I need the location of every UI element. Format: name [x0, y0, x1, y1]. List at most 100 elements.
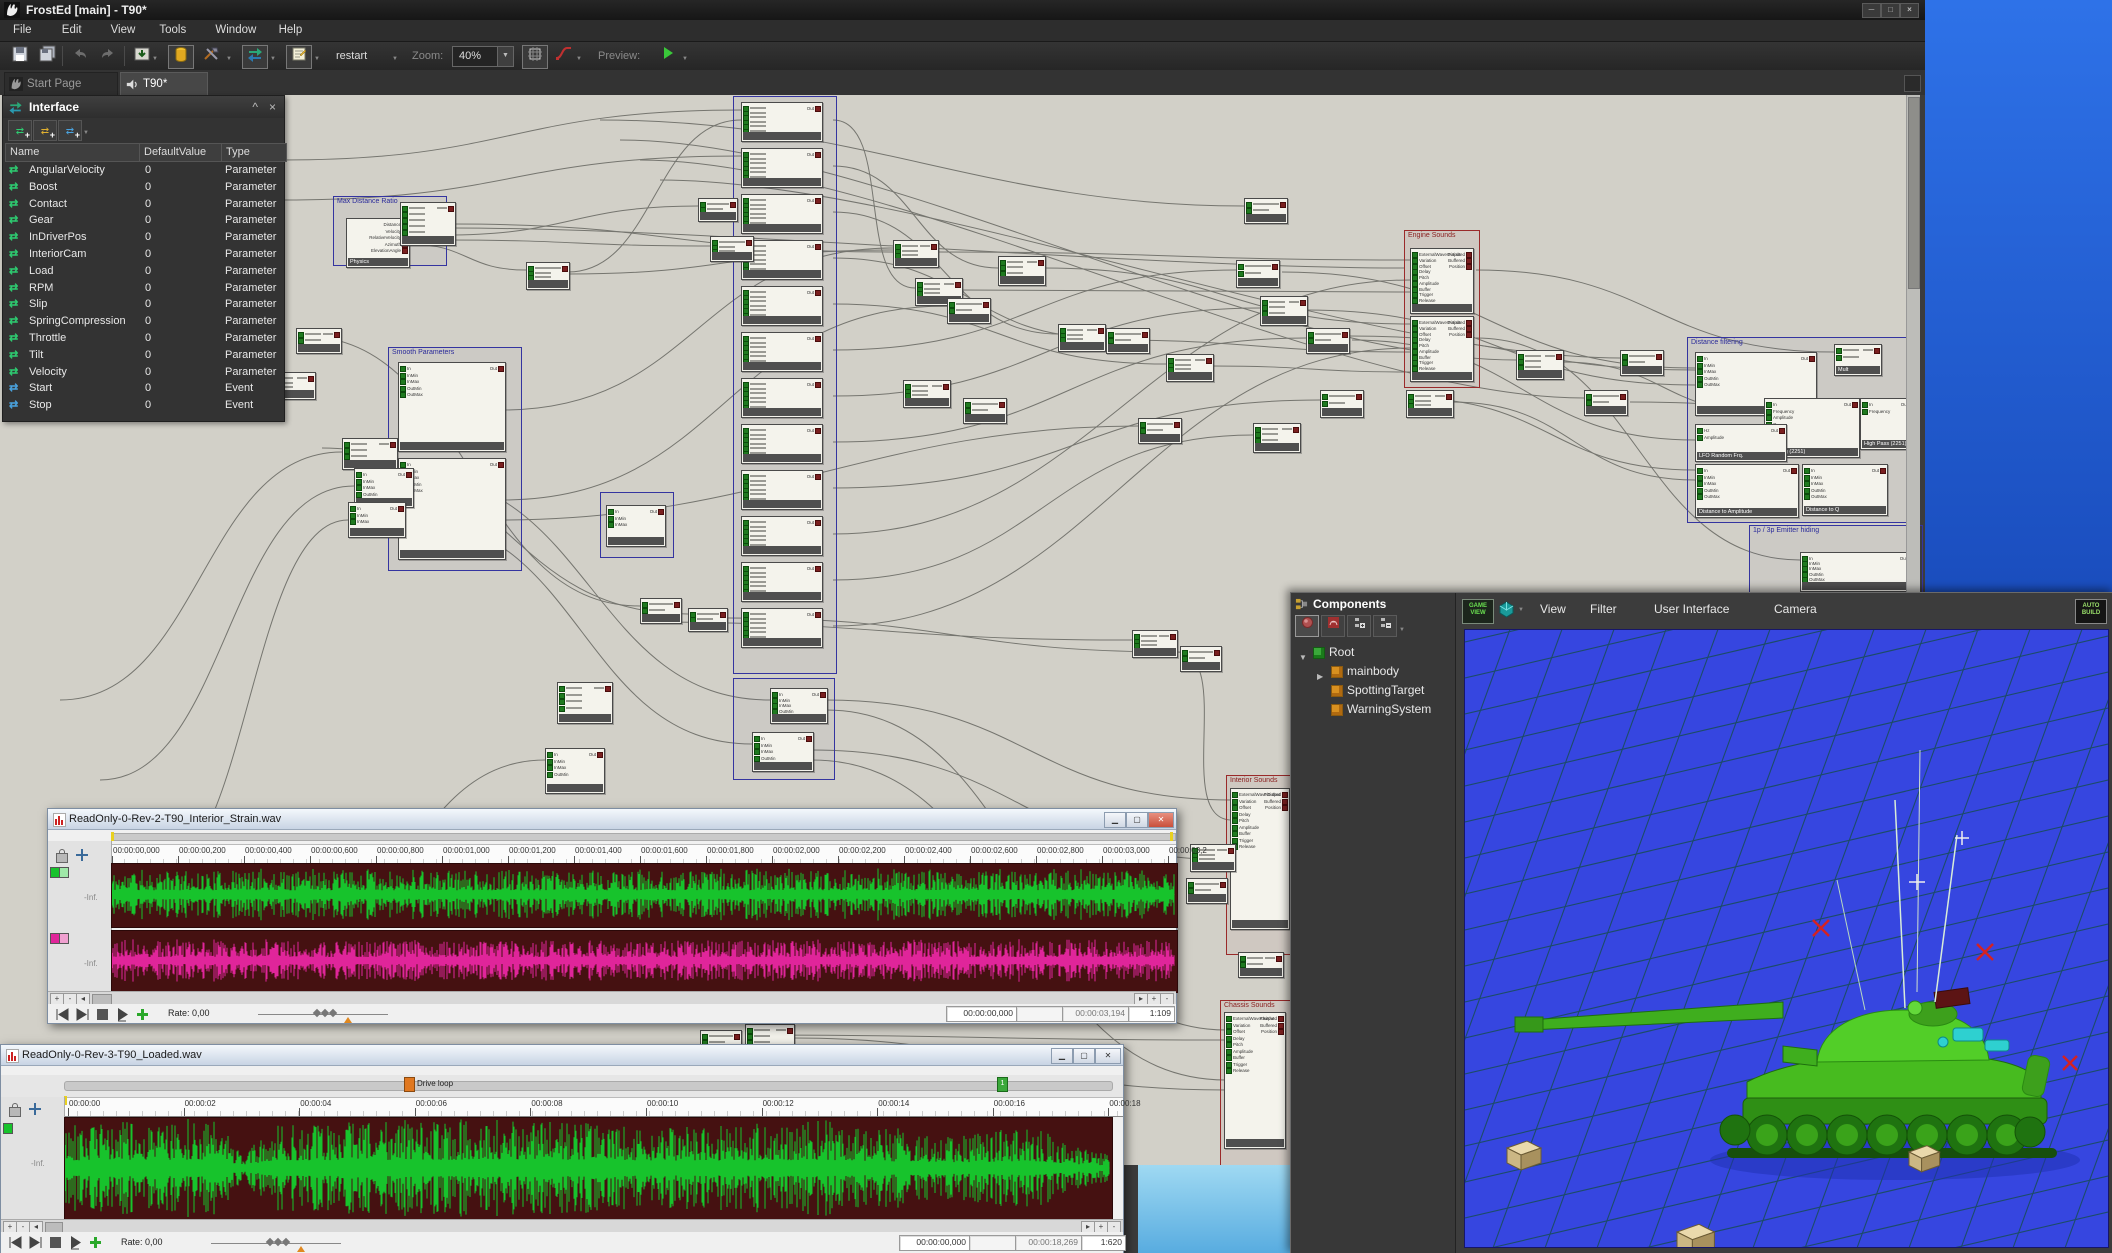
input-port[interactable]: [1232, 812, 1238, 818]
graph-node[interactable]: InInMinInMaxOutMinOut: [752, 732, 814, 772]
graph-node[interactable]: [1180, 646, 1222, 672]
save-icon[interactable]: [8, 45, 32, 67]
graph-node[interactable]: [1132, 630, 1178, 658]
input-port[interactable]: [400, 392, 406, 398]
graph-node[interactable]: Out: [741, 424, 823, 464]
input-port[interactable]: [1226, 1049, 1232, 1055]
play-icon[interactable]: [67, 1235, 84, 1250]
output-port[interactable]: [1620, 394, 1626, 400]
graph-node[interactable]: [1320, 390, 1364, 418]
output-port[interactable]: [1282, 799, 1288, 805]
asset-cylinder-icon[interactable]: [168, 45, 194, 69]
output-port[interactable]: [448, 206, 454, 212]
table-row[interactable]: ⇄Stop0Event: [3, 397, 284, 414]
horizontal-scrollbar[interactable]: + - ◂ ▸ + -: [48, 991, 1176, 1005]
viewport-menu-view[interactable]: View: [1530, 593, 1576, 626]
output-port[interactable]: [1220, 882, 1226, 888]
output-port[interactable]: [983, 302, 989, 308]
input-port[interactable]: [547, 752, 553, 758]
interface-arrows-icon[interactable]: [242, 45, 268, 69]
loop-range-bar[interactable]: [64, 1081, 1113, 1091]
channel-tag[interactable]: [3, 1123, 13, 1134]
graph-node[interactable]: [1253, 423, 1301, 453]
rate-marker[interactable]: [344, 1017, 352, 1023]
input-port[interactable]: [400, 366, 406, 372]
output-port[interactable]: [1098, 328, 1104, 334]
input-port[interactable]: [1226, 1016, 1232, 1022]
input-port[interactable]: [608, 509, 614, 515]
output-port[interactable]: [1466, 332, 1472, 338]
graph-node[interactable]: [526, 262, 570, 290]
input-port[interactable]: [1862, 402, 1868, 408]
menu-window[interactable]: Window: [206, 20, 265, 41]
input-port[interactable]: [547, 759, 553, 765]
input-port[interactable]: [1232, 838, 1238, 844]
input-port[interactable]: [1697, 382, 1703, 388]
input-port[interactable]: [1322, 394, 1328, 400]
selection-start-marker[interactable]: [111, 832, 114, 841]
tree-item-warningsystem[interactable]: WarningSystem: [1291, 700, 1455, 719]
input-port[interactable]: [1697, 488, 1703, 494]
input-port[interactable]: [754, 756, 760, 762]
output-port[interactable]: [815, 290, 821, 296]
output-port[interactable]: [720, 612, 726, 618]
output-port[interactable]: [1556, 354, 1562, 360]
minimize-button[interactable]: ▁: [1051, 1048, 1073, 1064]
lock-icon[interactable]: [56, 853, 68, 863]
input-port[interactable]: [608, 522, 614, 528]
table-row[interactable]: ⇄AngularVelocity0Parameter: [3, 162, 284, 179]
tree-item-mainbody[interactable]: ▶mainbody: [1291, 662, 1455, 681]
interface-panel-header[interactable]: Interface ^ ×: [3, 96, 284, 118]
stop-icon[interactable]: [94, 1007, 111, 1022]
input-port[interactable]: [1226, 1029, 1232, 1035]
input-port[interactable]: [1804, 488, 1810, 494]
output-port[interactable]: [605, 686, 611, 692]
waveform-channel[interactable]: [64, 1117, 1113, 1221]
table-row[interactable]: ⇄Throttle0Parameter: [3, 330, 284, 347]
graph-node[interactable]: InInMinInMaxOutMinOut: [770, 688, 828, 724]
output-port[interactable]: [806, 736, 812, 742]
graph-node[interactable]: Out: [741, 516, 823, 556]
close-button[interactable]: ✕: [1095, 1048, 1121, 1064]
curve-icon[interactable]: [552, 45, 576, 67]
output-port[interactable]: [1206, 358, 1212, 364]
graph-node[interactable]: [710, 236, 754, 262]
input-port[interactable]: [356, 485, 362, 491]
channel-2-tag-alt[interactable]: [59, 933, 69, 944]
graph-node[interactable]: Out: [741, 562, 823, 602]
input-port[interactable]: [1232, 818, 1238, 824]
selection-end-marker[interactable]: [1170, 832, 1173, 841]
input-port[interactable]: [1697, 494, 1703, 500]
table-row[interactable]: ⇄Start0Event: [3, 380, 284, 397]
output-port[interactable]: [1278, 1016, 1284, 1022]
graph-node[interactable]: Out: [741, 608, 823, 648]
input-port[interactable]: [1232, 831, 1238, 837]
tools-hammer-icon[interactable]: [200, 45, 224, 67]
notes-icon[interactable]: [286, 45, 312, 69]
add-marker-icon[interactable]: [134, 1007, 151, 1022]
stop-icon[interactable]: [47, 1235, 64, 1250]
preview-play-icon[interactable]: [656, 45, 680, 67]
input-port[interactable]: [1697, 363, 1703, 369]
input-port[interactable]: [1697, 356, 1703, 362]
lock-icon[interactable]: [9, 1107, 21, 1117]
menu-help[interactable]: Help: [270, 20, 312, 41]
graph-node[interactable]: [296, 328, 342, 354]
input-port[interactable]: [559, 686, 565, 692]
output-port[interactable]: [815, 474, 821, 480]
input-port[interactable]: [1238, 271, 1244, 277]
output-port[interactable]: [815, 106, 821, 112]
maximize-button[interactable]: ▢: [1073, 1048, 1095, 1064]
graph-node[interactable]: [400, 202, 456, 246]
toolbar-caret[interactable]: ▼: [1399, 627, 1405, 633]
input-port[interactable]: [1766, 409, 1772, 415]
output-port[interactable]: [1779, 428, 1785, 434]
table-row[interactable]: ⇄InDriverPos0Parameter: [3, 229, 284, 246]
output-port[interactable]: [1656, 354, 1662, 360]
waveform-channel-1[interactable]: [111, 863, 1178, 928]
input-port[interactable]: [1836, 348, 1842, 354]
maximize-button[interactable]: □: [1881, 3, 1900, 18]
graph-node[interactable]: Out: [741, 470, 823, 510]
waveform-channel-2[interactable]: [111, 930, 1178, 993]
menu-edit[interactable]: Edit: [53, 20, 91, 41]
